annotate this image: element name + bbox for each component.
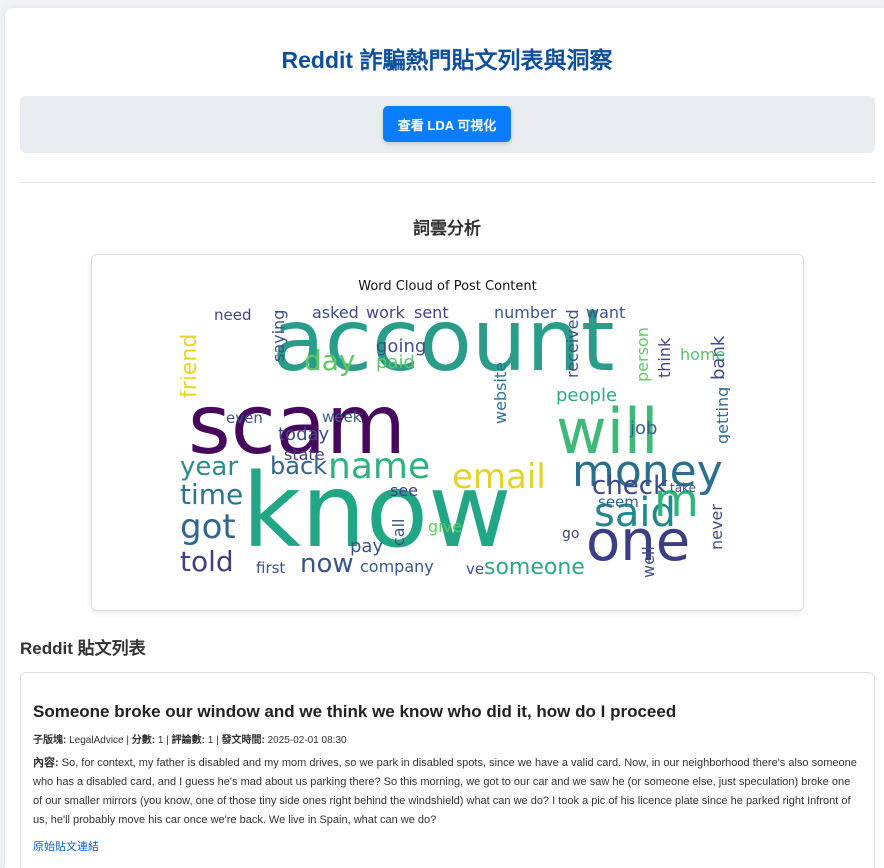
comments-value: 1 [207, 735, 214, 746]
wordcloud-word-even: even [226, 409, 263, 427]
subreddit-value: LegalAdvice [69, 735, 124, 746]
wordcloud-word-need: need [214, 306, 252, 324]
wordcloud-title: Word Cloud of Post Content [358, 279, 537, 294]
content-label: 內容: [33, 757, 59, 769]
wordcloud-word-today: today [278, 424, 330, 445]
post-title: Someone broke our window and we think we… [33, 702, 677, 721]
wordcloud-word-ve: ve [466, 560, 484, 578]
toolbar: 查看 LDA 可視化 [20, 96, 875, 153]
wordcloud-word-people: people [556, 385, 617, 406]
wordcloud-word-pay: pay [350, 536, 383, 557]
wordcloud-word-think: think [655, 337, 674, 378]
wordcloud-word-see: see [390, 481, 418, 500]
wordcloud-word-state: state [284, 445, 325, 464]
post-card: Someone broke our window and we think we… [20, 672, 875, 868]
wordcloud-word-go: go [562, 526, 579, 542]
divider [20, 182, 875, 183]
wordcloud-word-received: received [563, 309, 582, 378]
wordcloud-word-week: week [322, 408, 362, 426]
meta-separator: | [216, 735, 219, 746]
wordcloud-word-now: now [300, 549, 354, 579]
wordcloud-word-asked: asked [312, 303, 359, 322]
original-post-link[interactable]: 原始貼文連結 [33, 838, 99, 854]
wordcloud-word-job: job [629, 418, 657, 439]
wordcloud-word-email: email [452, 457, 546, 497]
wordcloud-card: Word Cloud of Post Content account know sc… [91, 254, 804, 611]
wordcloud-word-website: website [491, 362, 510, 424]
wordcloud-word-take: take [670, 481, 696, 495]
page-container: Reddit 詐騙熱門貼文列表與洞察 查看 LDA 可視化 詞雲分析 Word … [5, 8, 884, 868]
wordcloud-word-getting: getting [713, 387, 730, 444]
posts-section-title: Reddit 貼文列表 [20, 639, 146, 658]
view-lda-button[interactable]: 查看 LDA 可視化 [383, 106, 511, 142]
wordcloud-word-first: first [256, 559, 285, 577]
wordcloud-word-friend: friend [180, 334, 202, 398]
wordcloud-word-well: well [639, 546, 658, 578]
wordcloud-word-want: want [586, 303, 625, 322]
comments-label: 評論數: [171, 735, 205, 746]
wordcloud-section-title: 詞雲分析 [413, 219, 481, 238]
post-meta: 子版塊: LegalAdvice | 分數: 1 | 評論數: 1 | 發文時間… [33, 731, 347, 746]
wordcloud-word-seem: seem [598, 493, 639, 511]
post-content: 內容: So, for context, my father is disabl… [33, 754, 859, 830]
time-label: 發文時間: [221, 735, 265, 746]
wordcloud-word-work: work [366, 303, 405, 322]
score-value: 1 [157, 735, 164, 746]
wordcloud-word-saying: saying [269, 310, 288, 362]
score-label: 分數: [131, 735, 156, 746]
wordcloud-word-company: company [360, 557, 434, 576]
wordcloud-image: accountknowscam willonemoneyemailnamesaid… [180, 298, 730, 580]
wordcloud-word-number: number [494, 303, 557, 322]
wordcloud-word-someone: someone [484, 555, 585, 580]
meta-separator: | [166, 735, 169, 746]
wordcloud-word-home: home [680, 345, 725, 364]
wordcloud-word-going: going [376, 336, 426, 357]
wordcloud-word-never: never [707, 504, 726, 550]
time-value: 2025-02-01 08:30 [267, 735, 347, 746]
meta-separator: | [126, 735, 129, 746]
wordcloud-word-time: time [180, 478, 243, 511]
wordcloud-word-got: got [180, 507, 236, 547]
wordcloud-word-call: call [389, 519, 408, 547]
wordcloud-word-told: told [180, 545, 234, 578]
content-text: So, for context, my father is disabled a… [33, 757, 857, 826]
subreddit-label: 子版塊: [33, 735, 67, 746]
wordcloud-word-day: day [304, 344, 356, 377]
wordcloud-word-give: give [428, 517, 462, 536]
page-title: Reddit 詐騙熱門貼文列表與洞察 [281, 47, 613, 73]
wordcloud-word-person: person [633, 327, 652, 382]
wordcloud-word-sent: sent [414, 303, 449, 322]
wordcloud-word-year: year [180, 452, 238, 482]
